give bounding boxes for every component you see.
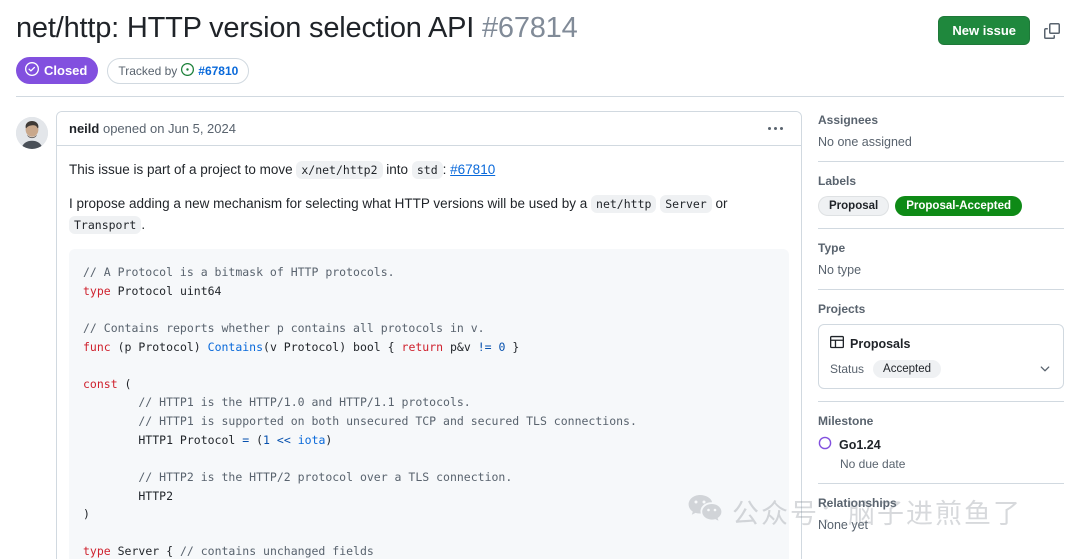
milestone-name[interactable]: Go1.24 bbox=[839, 438, 881, 452]
sidebar-section-labels: Labels Proposal Proposal-Accepted bbox=[818, 174, 1064, 226]
p1-text-3: : bbox=[442, 162, 447, 178]
status-badge: Closed bbox=[16, 57, 99, 85]
tracked-by-label: Tracked by bbox=[118, 63, 178, 78]
sidebar-section-relationships: Relationships None yet bbox=[818, 496, 1064, 542]
projects-title: Projects bbox=[818, 302, 866, 317]
comment-author[interactable]: neild bbox=[69, 121, 99, 136]
new-issue-button[interactable]: New issue bbox=[938, 16, 1030, 45]
page-title: net/http: HTTP version selection API #67… bbox=[16, 10, 578, 46]
project-table-icon bbox=[830, 335, 844, 352]
labels-title: Labels bbox=[818, 174, 857, 189]
comment-header: neild opened on Jun 5, 2024 bbox=[57, 112, 801, 147]
sidebar-section-milestone: Milestone Go1.24 No due date bbox=[818, 414, 1064, 481]
assignees-title: Assignees bbox=[818, 113, 879, 128]
project-status-row: Status Accepted bbox=[830, 360, 1052, 379]
sidebar-divider bbox=[818, 289, 1064, 291]
check-circle-icon bbox=[25, 62, 39, 79]
p1-text-1: This issue is part of a project to move bbox=[69, 162, 293, 178]
p1-code-1: x/net/http2 bbox=[296, 161, 383, 180]
comment-paragraph-1: This issue is part of a project to move … bbox=[69, 160, 789, 181]
code-block: // A Protocol is a bitmask of HTTP proto… bbox=[69, 249, 789, 559]
comment-paragraph-2: I propose adding a new mechanism for sel… bbox=[69, 194, 789, 236]
project-name-row: Proposals bbox=[830, 335, 1052, 352]
sidebar-divider bbox=[818, 483, 1064, 485]
comment-body: This issue is part of a project to move … bbox=[57, 146, 801, 559]
sidebar-divider bbox=[818, 401, 1064, 403]
project-name: Proposals bbox=[850, 336, 911, 351]
chevron-down-icon[interactable] bbox=[1038, 362, 1052, 376]
milestone-circle-icon bbox=[818, 436, 832, 453]
assignees-value: No one assigned bbox=[818, 135, 912, 150]
issue-link[interactable]: #67810 bbox=[450, 162, 495, 177]
page-body: neild opened on Jun 5, 2024 This issue i… bbox=[0, 97, 1080, 559]
labels-list: Proposal Proposal-Accepted bbox=[818, 196, 1064, 217]
type-value: No type bbox=[818, 263, 862, 278]
issue-comment: neild opened on Jun 5, 2024 This issue i… bbox=[56, 111, 802, 559]
project-card[interactable]: Proposals Status Accepted bbox=[818, 324, 1064, 390]
p2-text-3: . bbox=[141, 217, 146, 233]
sidebar-divider bbox=[818, 228, 1064, 230]
project-status-value[interactable]: Accepted bbox=[873, 360, 941, 379]
milestone-row[interactable]: Go1.24 bbox=[818, 436, 1064, 453]
p2-code-3: Transport bbox=[69, 216, 142, 235]
milestone-title: Milestone bbox=[818, 414, 874, 429]
tracked-by-pill[interactable]: Tracked by #67810 bbox=[107, 57, 250, 84]
p2-text-2: or bbox=[715, 196, 728, 212]
comment-byline: neild opened on Jun 5, 2024 bbox=[69, 121, 236, 136]
label-chip[interactable]: Proposal bbox=[818, 196, 890, 217]
kebab-horizontal-icon[interactable] bbox=[762, 123, 789, 134]
copy-icon[interactable] bbox=[1040, 19, 1064, 43]
p2-code-2: Server bbox=[660, 195, 712, 214]
sidebar-divider bbox=[818, 161, 1064, 163]
sidebar-section-type: Type No type bbox=[818, 241, 1064, 287]
p1-text-2: into bbox=[386, 162, 409, 178]
comment-timestamp: opened on Jun 5, 2024 bbox=[102, 121, 236, 137]
issue-page: net/http: HTTP version selection API #67… bbox=[0, 0, 1080, 559]
relationships-title: Relationships bbox=[818, 496, 897, 511]
project-status-label: Status bbox=[830, 362, 865, 377]
issue-number: #67814 bbox=[481, 12, 578, 44]
milestone-due-date: No due date bbox=[840, 457, 906, 472]
page-header: net/http: HTTP version selection API #67… bbox=[0, 0, 1080, 98]
issue-sidebar: Assignees No one assigned Labels Proposa… bbox=[818, 111, 1064, 559]
type-title: Type bbox=[818, 241, 846, 256]
relationships-value: None yet bbox=[818, 518, 869, 533]
issue-title-text: net/http: HTTP version selection API bbox=[16, 12, 475, 44]
avatar[interactable] bbox=[16, 117, 48, 150]
title-row: net/http: HTTP version selection API #67… bbox=[16, 10, 1064, 46]
issue-meta-row: Closed Tracked by #67810 bbox=[16, 57, 1064, 85]
p1-code-2: std bbox=[411, 161, 443, 180]
issue-open-icon bbox=[181, 62, 195, 79]
status-badge-label: Closed bbox=[44, 63, 88, 79]
tracked-by-number[interactable]: #67810 bbox=[198, 64, 238, 78]
main-column: neild opened on Jun 5, 2024 This issue i… bbox=[16, 111, 802, 559]
p2-code-1: net/http bbox=[591, 195, 657, 214]
label-chip[interactable]: Proposal-Accepted bbox=[895, 196, 1023, 217]
header-actions: New issue bbox=[938, 10, 1064, 45]
sidebar-section-projects: Projects Proposals Status Accepted bbox=[818, 302, 1064, 399]
sidebar-section-assignees: Assignees No one assigned bbox=[818, 113, 1064, 159]
p2-text-1: I propose adding a new mechanism for sel… bbox=[69, 196, 588, 212]
